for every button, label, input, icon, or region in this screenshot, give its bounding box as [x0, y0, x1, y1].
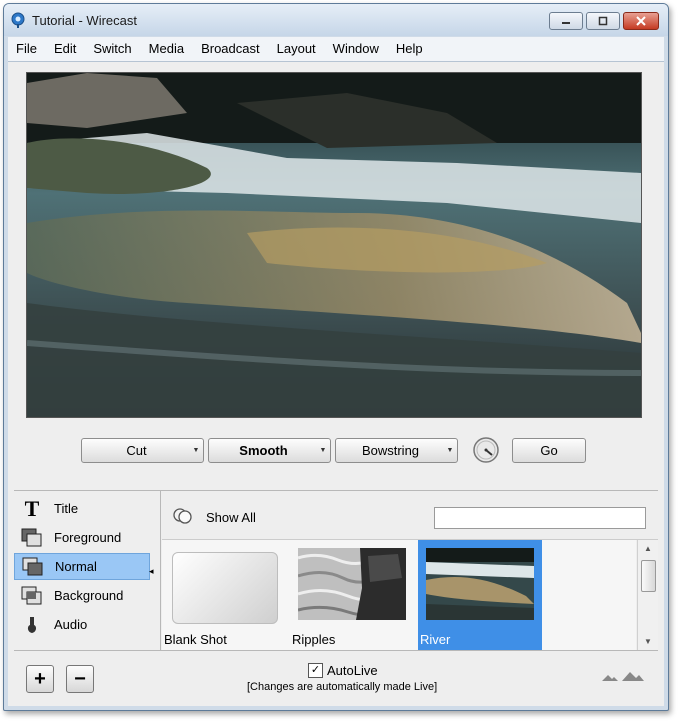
title-layer-icon: T	[24, 495, 40, 521]
autolive-label: AutoLive	[327, 663, 378, 678]
chevron-down-icon: ▼	[319, 447, 327, 454]
remove-layer-button[interactable]: −	[66, 665, 94, 693]
menu-file[interactable]: File	[8, 38, 46, 60]
minimize-button[interactable]	[549, 12, 583, 30]
go-button[interactable]: Go	[512, 438, 586, 463]
menu-broadcast[interactable]: Broadcast	[193, 38, 269, 60]
cut-transition-button[interactable]: Cut ▼	[81, 438, 204, 463]
layer-audio[interactable]: Audio	[14, 611, 150, 638]
menu-media[interactable]: Media	[141, 38, 193, 60]
layer-background[interactable]: Background	[14, 582, 150, 609]
layer-label: Foreground	[54, 530, 122, 545]
layer-foreground[interactable]: Foreground	[14, 524, 150, 551]
foreground-layer-icon	[20, 527, 44, 549]
show-all-icon[interactable]	[172, 507, 194, 525]
preview-river-image	[27, 73, 641, 417]
window-title: Tutorial - Wirecast	[32, 13, 137, 28]
title-bar[interactable]: Tutorial - Wirecast	[4, 4, 668, 36]
layer-label: Background	[54, 588, 124, 603]
main-content: Cut ▼ Smooth ▼ Bowstring ▼ Go T Title Fo…	[8, 62, 664, 706]
maximize-button[interactable]	[586, 12, 620, 30]
audio-layer-icon	[20, 614, 44, 636]
autolive-toggle[interactable]: ✓ AutoLive	[308, 663, 378, 678]
autolive-note: [Changes are automatically made Live]	[247, 681, 438, 693]
view-size-icons[interactable]	[600, 669, 644, 683]
background-layer-icon	[20, 585, 44, 607]
app-window: Tutorial - Wirecast File Edit Switch Med…	[3, 3, 669, 711]
minimize-icon	[562, 22, 570, 24]
chevron-down-icon: ▼	[192, 447, 200, 454]
menu-edit[interactable]: Edit	[46, 38, 85, 60]
shot-label: River	[420, 632, 451, 647]
wirecast-app-icon	[11, 12, 25, 28]
shot-toolbar: Show All	[162, 491, 658, 540]
menu-layout[interactable]: Layout	[269, 38, 325, 60]
transition-controls: Cut ▼ Smooth ▼ Bowstring ▼ Go	[8, 436, 664, 468]
smooth-label: Smooth	[239, 443, 288, 458]
menu-window[interactable]: Window	[325, 38, 388, 60]
close-icon	[636, 16, 646, 26]
selected-layer-pointer-icon: ◂	[149, 566, 154, 576]
scroll-down-icon[interactable]: ▼	[638, 635, 658, 649]
menu-bar: File Edit Switch Media Broadcast Layout …	[8, 37, 664, 62]
shot-river[interactable]: River	[418, 540, 542, 650]
ripples-thumbnail	[298, 548, 406, 620]
layer-list: T Title Foreground Normal ◂ Background A…	[14, 491, 161, 651]
shot-browser: Show All Blank Shot Ripples River ▲ ▼	[162, 491, 658, 651]
scroll-thumb[interactable]	[641, 560, 656, 592]
transition-speed-icon[interactable]	[472, 436, 500, 464]
shot-search-input[interactable]	[434, 507, 646, 529]
layer-label: Normal	[55, 559, 97, 574]
cut-label: Cut	[126, 443, 147, 458]
add-layer-button[interactable]: +	[26, 665, 54, 693]
smooth-transition-button[interactable]: Smooth ▼	[208, 438, 331, 463]
shot-ripples[interactable]: Ripples	[290, 540, 414, 650]
layers-and-shots-panel: T Title Foreground Normal ◂ Background A…	[14, 490, 658, 651]
bowstring-label: Bowstring	[361, 443, 420, 458]
close-button[interactable]	[623, 12, 659, 30]
scroll-up-icon[interactable]: ▲	[638, 542, 658, 556]
layer-title[interactable]: T Title	[14, 495, 150, 522]
normal-layer-icon	[21, 556, 45, 578]
shot-label: Blank Shot	[164, 632, 227, 647]
menu-help[interactable]: Help	[388, 38, 432, 60]
river-thumbnail	[426, 548, 534, 620]
blank-shot-thumbnail	[172, 552, 278, 624]
chevron-down-icon: ▼	[446, 447, 454, 454]
shot-blank[interactable]: Blank Shot	[162, 540, 286, 650]
shot-label: Ripples	[292, 632, 336, 647]
show-all-label[interactable]: Show All	[206, 510, 256, 525]
go-label: Go	[540, 443, 558, 458]
layer-label: Audio	[54, 617, 88, 632]
bottom-toolbar: + − ✓ AutoLive [Changes are automaticall…	[14, 650, 658, 710]
bowstring-transition-button[interactable]: Bowstring ▼	[335, 438, 458, 463]
layer-label: Title	[54, 501, 79, 516]
shot-strip: Blank Shot Ripples River	[162, 540, 636, 651]
shot-scrollbar[interactable]: ▲ ▼	[637, 540, 658, 651]
maximize-icon	[598, 16, 608, 26]
autolive-checkbox[interactable]: ✓	[308, 663, 323, 678]
layer-normal[interactable]: Normal	[14, 553, 150, 580]
menu-switch[interactable]: Switch	[85, 38, 140, 60]
live-preview	[26, 72, 642, 418]
